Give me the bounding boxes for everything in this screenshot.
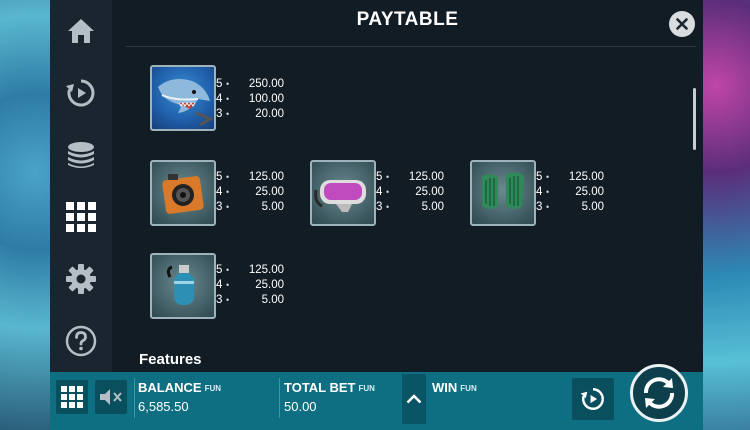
- pay-row: 5 • 125.00: [376, 171, 444, 183]
- pay-row: 4 • 25.00: [216, 279, 284, 291]
- fins-icon: [482, 172, 524, 209]
- camera-icon: [162, 174, 204, 214]
- close-button[interactable]: [669, 11, 695, 37]
- symbol-tank: [150, 253, 216, 319]
- sound-toggle-button[interactable]: [95, 380, 127, 414]
- pay-row: 5 • 250.00: [216, 78, 284, 90]
- coin-stack-icon: [68, 142, 94, 168]
- pay-row: 5 • 125.00: [536, 171, 604, 183]
- replay-icon: [66, 79, 95, 107]
- shark-icon: [158, 79, 214, 127]
- pay-row: 3 • 5.00: [216, 294, 284, 306]
- sidebar-item-bet[interactable]: [50, 124, 112, 186]
- pay-row: 3 • 20.00: [216, 108, 284, 120]
- spin-button[interactable]: [630, 364, 688, 422]
- pays-camera: 5 • 125.00 4 • 25.00 3 • 5.00: [216, 170, 296, 215]
- home-icon: [68, 19, 94, 43]
- balance-value: 6,585.50: [138, 399, 189, 414]
- pay-row: 4 • 100.00: [216, 93, 284, 105]
- pay-row: 5 • 125.00: [216, 264, 284, 276]
- pays-tank: 5 • 125.00 4 • 25.00 3 • 5.00: [216, 263, 296, 308]
- chevron-up-icon: [406, 394, 422, 404]
- menu-button[interactable]: [56, 380, 88, 414]
- symbol-shark: [150, 65, 216, 131]
- speaker-muted-icon: [100, 389, 122, 405]
- oxygen-tank-icon: [166, 265, 194, 305]
- replay-icon: [580, 388, 604, 410]
- grid-icon: [61, 386, 83, 408]
- spin-arrows-icon: [644, 377, 674, 409]
- pay-row: 3 • 5.00: [536, 201, 604, 213]
- win-label: WIN FUN: [432, 380, 477, 395]
- help-icon: [65, 325, 97, 357]
- symbol-camera: [150, 160, 216, 226]
- pay-row: 4 • 25.00: [216, 186, 284, 198]
- divider: [279, 378, 280, 418]
- sidebar: [50, 0, 112, 372]
- sidebar-item-settings[interactable]: [50, 248, 112, 310]
- features-heading: Features: [139, 351, 202, 368]
- sidebar-item-help[interactable]: [50, 310, 112, 372]
- diving-mask-icon: [314, 180, 366, 212]
- bet-increase-button[interactable]: [402, 374, 426, 424]
- pay-row: 3 • 5.00: [216, 201, 284, 213]
- symbol-fins: [470, 160, 536, 226]
- gear-icon: [66, 264, 96, 294]
- scrollbar[interactable]: [693, 88, 696, 150]
- grid-icon: [66, 202, 96, 232]
- autoplay-button[interactable]: [572, 378, 614, 420]
- paytable-panel: PAYTABLE 5•250.00 4•100.00 3•20.00: [112, 0, 703, 372]
- title-divider: [126, 46, 696, 47]
- sidebar-item-paytable[interactable]: [50, 186, 112, 248]
- pays-fins: 5 • 125.00 4 • 25.00 3 • 5.00: [536, 170, 616, 215]
- background-right: [700, 0, 750, 430]
- pay-row: 4 • 25.00: [376, 186, 444, 198]
- background-left: [0, 0, 50, 430]
- total-bet-label: TOTAL BET FUN: [284, 380, 375, 395]
- pay-row: 5 • 125.00: [216, 171, 284, 183]
- pay-row: 3 • 5.00: [376, 201, 444, 213]
- total-bet-value: 50.00: [284, 399, 317, 414]
- balance-label: BALANCE FUN: [138, 380, 222, 395]
- symbol-mask: [310, 160, 376, 226]
- sidebar-item-home[interactable]: [50, 0, 112, 62]
- sidebar-item-autoplay[interactable]: [50, 62, 112, 124]
- close-icon: [676, 18, 688, 30]
- divider: [134, 378, 135, 418]
- pays-shark: 5 • 250.00 4 • 100.00 3 • 20.00: [216, 77, 296, 122]
- bottom-bar: BALANCE FUN 6,585.50 TOTAL BET FUN 50.00 W…: [50, 364, 703, 430]
- pay-row: 4 • 25.00: [536, 186, 604, 198]
- page-title: PAYTABLE: [356, 9, 459, 30]
- pays-mask: 5 • 125.00 4 • 25.00 3 • 5.00: [376, 170, 456, 215]
